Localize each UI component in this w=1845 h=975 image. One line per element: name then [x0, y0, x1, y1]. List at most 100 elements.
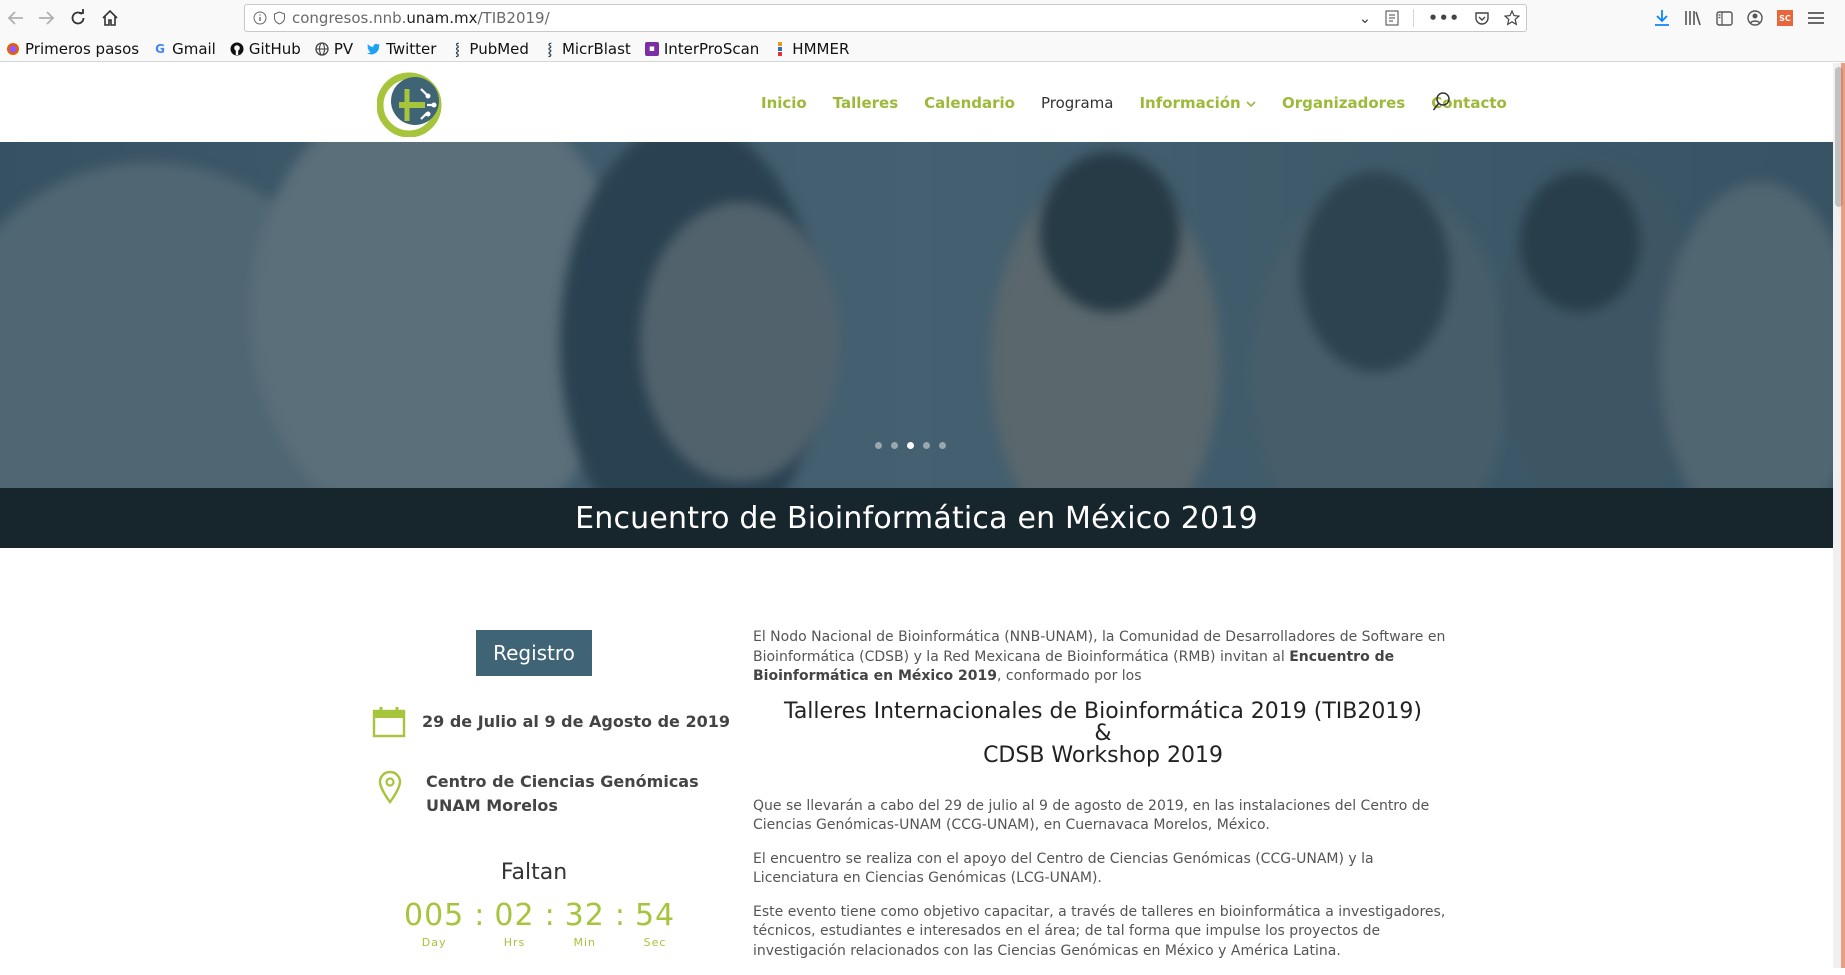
- countdown-separator: :: [544, 898, 555, 933]
- globe-icon: [315, 41, 329, 56]
- location-line-2: UNAM Morelos: [426, 796, 558, 815]
- register-button[interactable]: Registro: [476, 630, 592, 676]
- nav-programa[interactable]: Programa: [1041, 94, 1113, 112]
- slider-dot[interactable]: [939, 442, 946, 449]
- bookmark-micrblast[interactable]: ⸾ MicrBlast: [543, 40, 631, 58]
- bookmark-label: GitHub: [248, 39, 301, 58]
- bookmark-label: Primeros pasos: [25, 39, 140, 58]
- library-icon[interactable]: [1684, 10, 1702, 26]
- bookmark-label: PV: [333, 39, 354, 58]
- main-content: El Nodo Nacional de Bioinformática (NNB-…: [753, 628, 1453, 975]
- nav-informacion[interactable]: Información: [1139, 94, 1256, 112]
- slider-dot[interactable]: [875, 442, 882, 449]
- slider-dot-active[interactable]: [907, 442, 914, 449]
- dates-paragraph: Que se llevarán a cabo del 29 de julio a…: [753, 797, 1430, 834]
- countdown-days-label: Day: [421, 936, 447, 949]
- bookmark-label: InterProScan: [663, 39, 760, 58]
- heading-line-2: CDSB Workshop 2019: [983, 742, 1223, 768]
- bookmark-gmail[interactable]: G Gmail: [153, 40, 216, 58]
- support-paragraph: El encuentro se realiza con el apoyo del…: [753, 850, 1374, 887]
- slider-dot[interactable]: [891, 442, 898, 449]
- event-heading: Talleres Internacionales de Bioinformáti…: [753, 698, 1453, 768]
- hero-slider[interactable]: [0, 142, 1833, 488]
- more-icon[interactable]: •••: [1428, 9, 1460, 27]
- countdown-days: 005 Day: [404, 898, 464, 949]
- sidebar-icon[interactable]: [1716, 10, 1733, 26]
- site-logo[interactable]: [377, 69, 445, 137]
- dna-icon: ⸾: [455, 42, 460, 56]
- browser-toolbar: congresos.nnb.unam.mx/TIB2019/ ⌄ ••• SC: [0, 0, 1845, 36]
- hero-overlay: [0, 142, 1833, 488]
- reader-view-icon[interactable]: [1385, 10, 1399, 26]
- firefox-icon: [6, 42, 20, 56]
- account-icon[interactable]: [1747, 10, 1763, 26]
- countdown-hours-value: 02: [494, 898, 535, 933]
- info-icon[interactable]: [253, 11, 267, 25]
- bookmark-label: HMMER: [792, 39, 850, 58]
- countdown-days-value: 005: [404, 898, 465, 933]
- search-icon[interactable]: [1432, 91, 1452, 113]
- chevron-down-icon[interactable]: ⌄: [1359, 9, 1372, 27]
- countdown-minutes-label: Min: [573, 936, 597, 949]
- countdown-minutes: 32 Min: [565, 898, 605, 949]
- url-text: congresos.nnb.unam.mx/TIB2019/: [292, 9, 550, 27]
- forward-icon[interactable]: [32, 4, 60, 32]
- google-icon: G: [155, 41, 165, 56]
- reload-icon[interactable]: [64, 4, 92, 32]
- countdown-seconds: 54 Sec: [635, 898, 675, 949]
- location-text: Centro de Ciencias Genómicas UNAM Morelo…: [426, 770, 699, 818]
- chevron-down-icon: [1246, 100, 1256, 107]
- bookmarks-bar: Primeros pasos G Gmail GitHub PV Twitter…: [0, 36, 1845, 62]
- location-info: Centro de Ciencias Genómicas UNAM Morelo…: [378, 770, 699, 818]
- countdown-separator: :: [614, 898, 625, 933]
- tracking-shield-icon[interactable]: [273, 11, 286, 25]
- bookmark-label: PubMed: [469, 39, 529, 58]
- heading-line-1: Talleres Internacionales de Bioinformáti…: [784, 698, 1422, 724]
- dna-icon: ⸾: [547, 42, 553, 56]
- bookmark-pv[interactable]: PV: [315, 40, 353, 58]
- location-pin-icon: [378, 770, 402, 804]
- back-icon[interactable]: [2, 4, 30, 32]
- home-icon[interactable]: [96, 4, 124, 32]
- scroll-indicator: [1841, 63, 1845, 968]
- pocket-icon[interactable]: [1474, 11, 1490, 26]
- bookmark-twitter[interactable]: Twitter: [367, 40, 436, 58]
- hmmer-icon: [773, 41, 787, 56]
- download-icon[interactable]: [1654, 9, 1670, 27]
- objective-paragraph: Este evento tiene como objetivo capacita…: [753, 903, 1446, 959]
- countdown-timer: 005 Day : 02 Hrs : 32 Min : 54 Sec: [404, 898, 675, 949]
- nav-organizadores[interactable]: Organizadores: [1282, 94, 1405, 112]
- intro-paragraph: El Nodo Nacional de Bioinformática (NNB-…: [753, 628, 1453, 687]
- menu-icon[interactable]: [1807, 11, 1825, 25]
- intro-text-end: , conformado por los: [996, 668, 1142, 684]
- slider-dot[interactable]: [923, 442, 930, 449]
- countdown-seconds-label: Sec: [643, 936, 667, 949]
- bookmark-label: Twitter: [386, 39, 437, 58]
- bookmark-label: MicrBlast: [561, 39, 631, 58]
- event-dates: 29 de Julio al 9 de Agosto de 2019: [422, 712, 730, 731]
- slider-dots: [875, 442, 946, 449]
- date-info: 29 de Julio al 9 de Agosto de 2019: [372, 706, 730, 738]
- calendar-icon: [372, 707, 406, 738]
- interpro-icon: ▪: [644, 41, 659, 56]
- bookmark-label: Gmail: [172, 39, 216, 58]
- nav-calendario[interactable]: Calendario: [924, 94, 1015, 112]
- countdown-hours: 02 Hrs: [494, 898, 534, 949]
- star-icon[interactable]: [1504, 10, 1520, 26]
- address-bar[interactable]: congresos.nnb.unam.mx/TIB2019/ ⌄ •••: [244, 4, 1527, 32]
- countdown-minutes-value: 32: [564, 898, 605, 933]
- bookmark-github[interactable]: GitHub: [230, 40, 301, 58]
- bookmark-interproscan[interactable]: ▪ InterProScan: [644, 39, 760, 58]
- nav-talleres[interactable]: Talleres: [833, 94, 898, 112]
- title-band: Encuentro de Bioinformática en México 20…: [0, 488, 1833, 548]
- bookmark-pubmed[interactable]: ⸾ PubMed: [450, 40, 529, 58]
- heading-ampersand: &: [1094, 720, 1112, 746]
- bookmark-hmmer[interactable]: HMMER: [773, 40, 849, 58]
- bookmark-primeros-pasos[interactable]: Primeros pasos: [6, 40, 139, 58]
- countdown-hours-label: Hrs: [503, 936, 526, 949]
- extension-icon[interactable]: SC: [1777, 10, 1793, 26]
- nav-inicio[interactable]: Inicio: [761, 94, 807, 112]
- github-icon: [230, 42, 244, 56]
- main-navigation: Inicio Talleres Calendario Programa Info…: [761, 63, 1507, 142]
- countdown-separator: :: [474, 898, 485, 933]
